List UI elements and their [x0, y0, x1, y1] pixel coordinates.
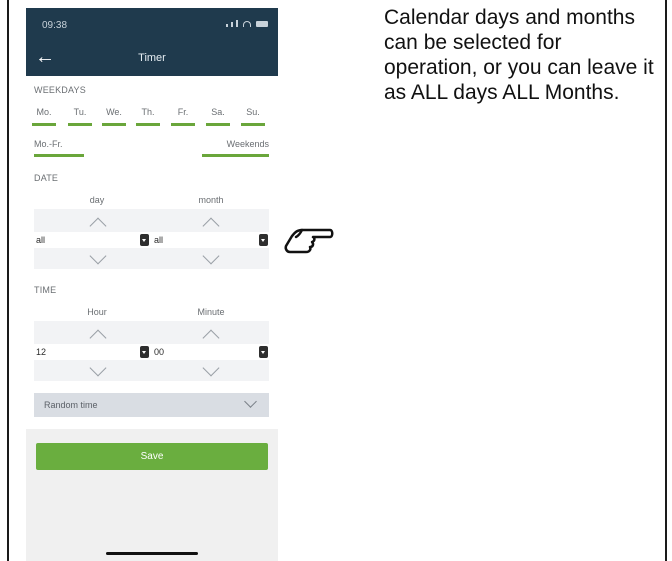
day-chevron-down-icon[interactable]	[89, 247, 107, 265]
weekday-mo[interactable]: Mo.	[32, 107, 56, 126]
battery-icon	[256, 21, 268, 27]
weekday-label: Fr.	[177, 107, 189, 117]
weekday-label: Th.	[141, 107, 155, 117]
weekday-underline	[241, 123, 265, 126]
weekday-su[interactable]: Su.	[241, 107, 265, 126]
weekday-sa[interactable]: Sa.	[206, 107, 230, 126]
month-dropdown-icon[interactable]	[259, 234, 268, 246]
hour-select-value[interactable]: 12	[36, 347, 46, 357]
hour-chevron-down-icon[interactable]	[89, 359, 107, 377]
minute-chevron-down-icon[interactable]	[202, 359, 220, 377]
weekday-underline	[206, 123, 230, 126]
minute-select-value[interactable]: 00	[154, 347, 164, 357]
weekday-fr[interactable]: Fr.	[171, 107, 195, 126]
date-label: DATE	[34, 173, 59, 183]
mo-fr-button[interactable]: Mo.-Fr.	[34, 139, 84, 157]
weekends-button[interactable]: Weekends	[202, 139, 269, 157]
phone-screen: 09:38 ← Timer WEEKDAYS Mo. Tu. We. Th. F…	[26, 8, 278, 561]
weekends-underline	[202, 154, 269, 157]
weekday-underline	[136, 123, 160, 126]
mo-fr-label: Mo.-Fr.	[34, 139, 63, 149]
weekday-tu[interactable]: Tu.	[68, 107, 92, 126]
weekday-underline	[171, 123, 195, 126]
weekday-underline	[32, 123, 56, 126]
minute-column-header: Minute	[197, 307, 225, 317]
month-column-header: month	[198, 195, 224, 205]
instruction-text: Calendar days and months can be selected…	[384, 6, 654, 104]
app-header: 09:38 ← Timer	[26, 8, 278, 76]
pointing-hand-icon	[284, 228, 334, 254]
weekday-label: We.	[106, 107, 122, 117]
mo-fr-underline	[34, 154, 84, 157]
page-title: Timer	[138, 52, 166, 64]
save-button[interactable]: Save	[36, 443, 268, 470]
weekday-underline	[68, 123, 92, 126]
frame-border-left	[7, 0, 9, 561]
signal-icon-bar	[231, 22, 233, 27]
minute-dropdown-icon[interactable]	[259, 346, 268, 358]
day-select-value[interactable]: all	[36, 235, 45, 245]
month-select-value[interactable]: all	[154, 235, 163, 245]
weekday-label: Su.	[246, 107, 260, 117]
day-dropdown-icon[interactable]	[140, 234, 149, 246]
hour-column-header: Hour	[87, 307, 107, 317]
weekday-label: Mo.	[36, 107, 52, 117]
random-time-label: Random time	[44, 400, 98, 410]
chevron-down-icon	[244, 395, 257, 408]
weekday-we[interactable]: We.	[102, 107, 126, 126]
day-column-header: day	[89, 195, 105, 205]
weekday-underline	[102, 123, 126, 126]
wifi-icon	[243, 21, 251, 27]
time-label: TIME	[34, 285, 57, 295]
date-picker: all all	[34, 209, 269, 269]
weekends-label: Weekends	[226, 139, 269, 149]
status-time: 09:38	[42, 20, 68, 31]
frame-border-right	[665, 0, 667, 561]
month-chevron-down-icon[interactable]	[202, 247, 220, 265]
random-time-dropdown[interactable]: Random time	[34, 393, 269, 417]
weekdays-label: WEEKDAYS	[34, 85, 86, 95]
time-select-row: 12 00	[34, 344, 269, 360]
signal-icon-bar	[236, 20, 238, 27]
time-picker: 12 00	[34, 321, 269, 381]
home-indicator[interactable]	[106, 552, 198, 555]
signal-icon	[226, 24, 228, 27]
status-icons	[226, 20, 268, 27]
weekday-label: Sa.	[211, 107, 225, 117]
date-select-row: all all	[34, 232, 269, 248]
hour-dropdown-icon[interactable]	[140, 346, 149, 358]
weekday-th[interactable]: Th.	[136, 107, 160, 126]
weekday-label: Tu.	[73, 107, 87, 117]
